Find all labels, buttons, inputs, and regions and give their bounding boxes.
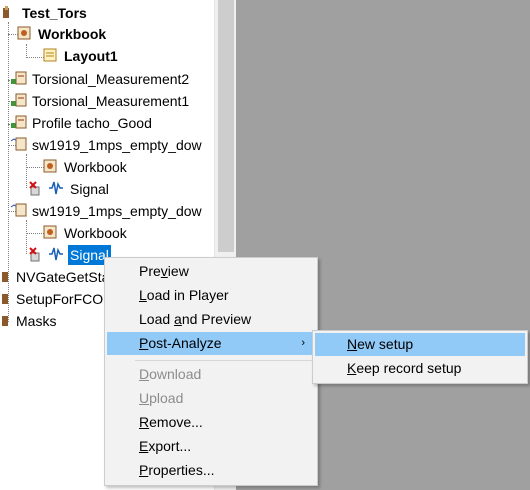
tree-item-layout1[interactable]: Layout1 bbox=[42, 46, 120, 66]
tree-item-sw1-signal[interactable]: Signal bbox=[28, 179, 111, 199]
menu-item-export[interactable]: Export... bbox=[107, 435, 315, 458]
menu-item-load-and-preview[interactable]: Load and Preview bbox=[107, 308, 315, 331]
signal-error-icon bbox=[28, 180, 46, 198]
tree-item-torsional-measurement2[interactable]: Torsional_Measurement2 bbox=[10, 69, 191, 89]
signal-error-icon bbox=[28, 246, 46, 264]
waveform-icon bbox=[48, 180, 66, 198]
waveform-icon bbox=[48, 246, 66, 264]
tree-item-torsional-measurement1[interactable]: Torsional_Measurement1 bbox=[10, 91, 191, 111]
tree-item-test-tors[interactable]: Test_Tors bbox=[0, 3, 89, 23]
menu-item-new-setup[interactable]: New setup bbox=[315, 333, 525, 356]
menu-item-post-analyze[interactable]: Post-Analyze › bbox=[107, 332, 315, 355]
project-icon bbox=[0, 4, 18, 22]
submenu-arrow-icon: › bbox=[301, 337, 305, 349]
record-icon bbox=[10, 202, 28, 220]
tree-item-workbook[interactable]: Workbook bbox=[16, 24, 108, 44]
menu-separator bbox=[135, 360, 313, 361]
tree-item-sw2-signal[interactable]: Signal bbox=[28, 245, 111, 265]
menu-item-keep-record-setup[interactable]: Keep record setup bbox=[315, 357, 525, 380]
menu-item-download[interactable]: Download bbox=[107, 363, 315, 386]
tree-line bbox=[26, 44, 27, 58]
record-icon bbox=[10, 136, 28, 154]
tree-item-nvgate[interactable]: NVGateGetSta bbox=[0, 267, 111, 287]
tree-item-setupforfco[interactable]: SetupForFCO bbox=[0, 289, 105, 309]
tree-item-masks[interactable]: Masks bbox=[0, 311, 58, 331]
menu-item-properties[interactable]: Properties... bbox=[107, 459, 315, 482]
menu-item-upload[interactable]: Upload bbox=[107, 387, 315, 410]
measurement-icon bbox=[10, 70, 28, 88]
post-analyze-submenu: New setup Keep record setup bbox=[312, 330, 528, 384]
tree-line bbox=[26, 220, 27, 254]
workbook-icon bbox=[16, 25, 34, 43]
tree-item-sw2-workbook[interactable]: Workbook bbox=[42, 223, 129, 243]
measurement-icon bbox=[10, 114, 28, 132]
tree-item-sw1919-a[interactable]: sw1919_1mps_empty_dow bbox=[10, 135, 204, 155]
layout-icon bbox=[42, 47, 60, 65]
workbook-icon bbox=[42, 158, 60, 176]
context-menu: Preview Load in Player Load and Preview … bbox=[104, 257, 318, 486]
project-icon bbox=[0, 312, 12, 330]
tree-item-profile-tacho[interactable]: Profile tacho_Good bbox=[10, 113, 154, 133]
tree-item-sw1-workbook[interactable]: Workbook bbox=[42, 157, 129, 177]
workbook-icon bbox=[42, 224, 60, 242]
menu-item-load-in-player[interactable]: Load in Player bbox=[107, 284, 315, 307]
menu-item-remove[interactable]: Remove... bbox=[107, 411, 315, 434]
tree-item-sw1919-b[interactable]: sw1919_1mps_empty_dow bbox=[10, 201, 204, 221]
measurement-icon bbox=[10, 92, 28, 110]
tree-line bbox=[26, 154, 27, 188]
menu-item-preview[interactable]: Preview bbox=[107, 260, 315, 283]
project-icon bbox=[0, 268, 12, 286]
scrollbar-thumb[interactable] bbox=[218, 0, 234, 252]
project-icon bbox=[0, 290, 12, 308]
